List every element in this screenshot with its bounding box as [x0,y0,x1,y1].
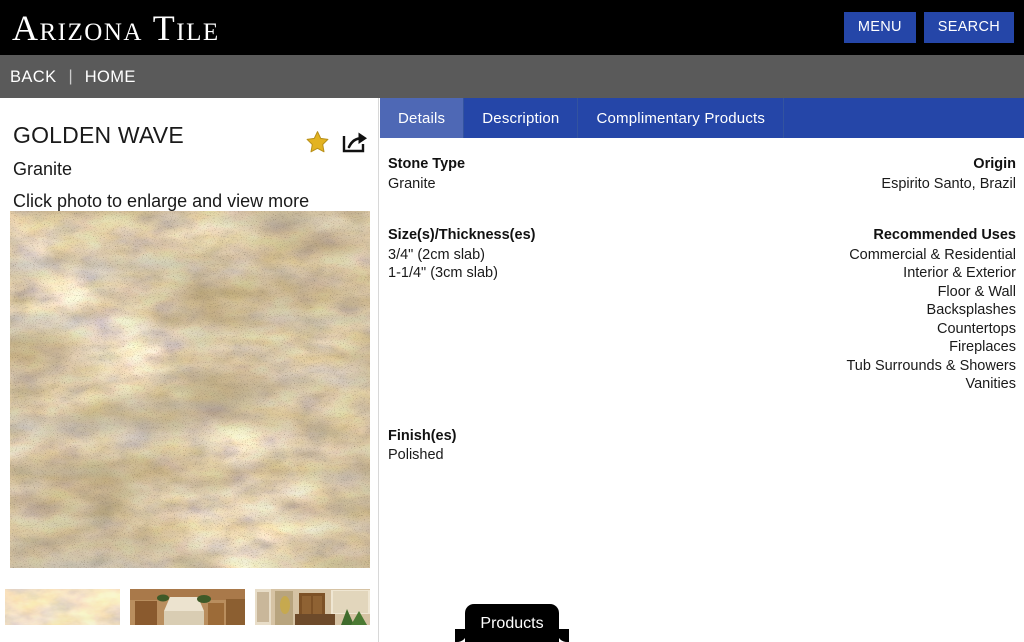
detail-value: Espirito Santo, Brazil [881,175,1016,192]
details-tabbar: Details Description Complimentary Produc… [380,98,1024,138]
page-content: GOLDEN WAVE Granite Click photo to enlar… [0,98,1024,642]
detail-field-recommended-uses: Recommended Uses Commercial & Residentia… [846,226,1016,394]
main-product-image[interactable] [10,211,370,568]
thumbnail-item[interactable] [255,589,370,625]
details-content: Stone Type Granite Origin Espirito Santo… [380,138,1024,465]
detail-label: Stone Type [388,156,466,172]
home-link[interactable]: HOME [85,67,136,87]
detail-value: Granite [388,175,436,192]
thumb-slab-icon [5,589,120,625]
header-button-group: MENU SEARCH [843,12,1014,43]
share-icon[interactable] [341,130,369,154]
secondary-navbar: BACK | HOME [0,55,1024,98]
nav-separator: | [68,67,73,85]
enlarge-hint: Click photo to enlarge and view more [13,191,310,211]
detail-label: Size(s)/Thickness(es) [388,227,536,243]
detail-field-sizes-thicknesses: Size(s)/Thickness(es) 3/4" (2cm slab) 1-1… [388,226,535,283]
menu-button[interactable]: MENU [843,12,916,43]
detail-row: Size(s)/Thickness(es) 3/4" (2cm slab) 1-1… [388,226,1016,394]
products-tab-button[interactable]: Products [455,604,569,642]
detail-label: Origin [973,156,1016,172]
page-title: GOLDEN WAVE [13,122,184,148]
thumbnail-item[interactable] [5,589,120,625]
tab-complimentary-products[interactable]: Complimentary Products [578,98,785,138]
thumbnail-item[interactable] [130,589,245,625]
detail-row: Finish(es) Polished [388,427,1016,465]
star-icon[interactable] [305,130,330,154]
product-details-panel: Details Description Complimentary Produc… [380,98,1024,642]
search-button[interactable]: SEARCH [923,12,1014,43]
product-preview-panel: GOLDEN WAVE Granite Click photo to enlar… [0,98,379,642]
detail-field-origin: Origin Espirito Santo, Brazil [881,155,1016,193]
product-category: Granite [13,159,73,179]
detail-field-stone-type: Stone Type Granite [388,155,465,193]
tab-description[interactable]: Description [464,98,579,138]
site-logo: Arizona Tile [12,8,220,48]
thumb-livingroom-icon [255,589,370,625]
product-action-icons [305,130,369,154]
site-header: Arizona Tile MENU SEARCH [0,0,1024,55]
detail-row: Stone Type Granite Origin Espirito Santo… [388,155,1016,193]
thumbnail-strip [5,589,370,625]
back-link[interactable]: BACK [10,67,57,87]
detail-label: Finish(es) [388,427,457,444]
detail-value: Polished [388,447,444,463]
detail-value: 3/4" (2cm slab) 1-1/4" (3cm slab) [388,246,498,282]
detail-field-finishes: Finish(es) Polished [388,427,456,465]
detail-value: Commercial & Residential Interior & Exter… [846,246,1016,393]
tab-details[interactable]: Details [380,98,465,138]
thumb-kitchen-icon [130,589,245,625]
granite-texture [10,211,370,568]
detail-label: Recommended Uses [873,227,1016,243]
